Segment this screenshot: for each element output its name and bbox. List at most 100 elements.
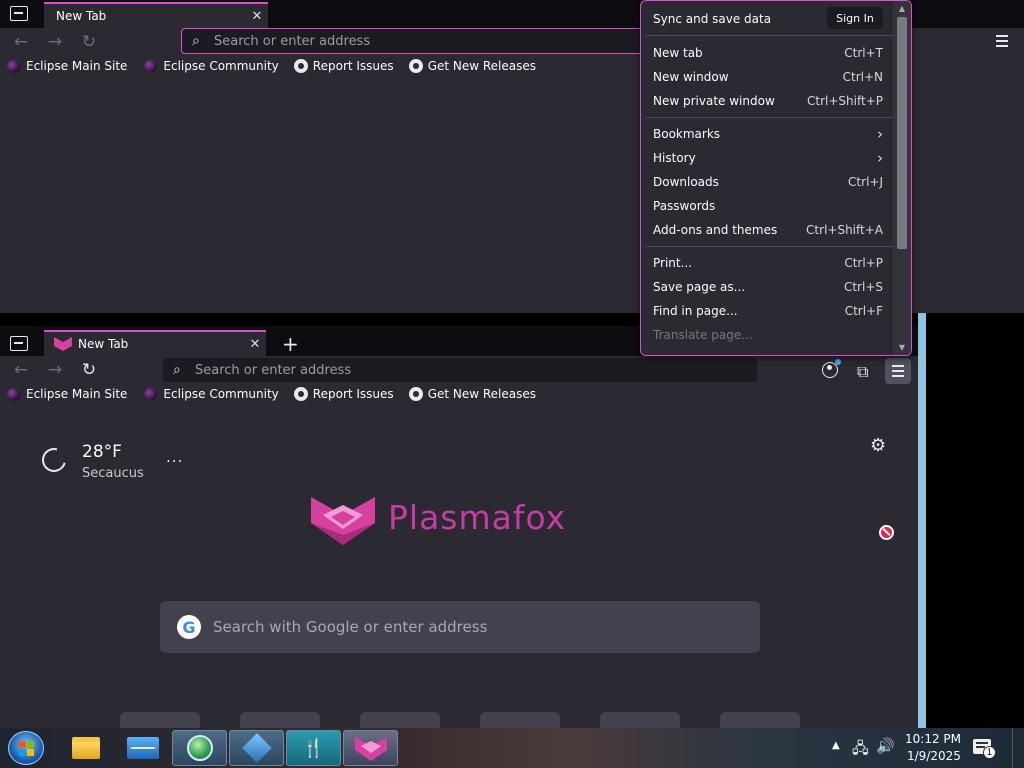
menu-icon[interactable] xyxy=(885,358,911,384)
volume-icon[interactable]: 🔊 xyxy=(876,737,895,755)
chevron-right-icon: › xyxy=(877,149,883,167)
search-placeholder: Search with Google or enter address xyxy=(213,618,488,636)
menu-item-save-page[interactable]: Save page as... Ctrl+S xyxy=(653,275,883,299)
forward-arrow-icon[interactable]: → xyxy=(38,28,72,56)
menu-item-label: Add-ons and themes xyxy=(653,223,778,237)
menu-shortcut: Ctrl+J xyxy=(848,175,883,189)
menu-shortcut: Ctrl+S xyxy=(843,280,883,294)
menu-item-print[interactable]: Print... Ctrl+P xyxy=(653,251,883,275)
forward-arrow-icon[interactable]: → xyxy=(38,356,72,384)
tab-new-tab[interactable]: New Tab ✕ xyxy=(44,330,266,356)
eclipse-icon xyxy=(144,387,158,401)
clock-time[interactable]: 10:12 PM xyxy=(905,732,961,746)
menu-item-bookmarks[interactable]: Bookmarks › xyxy=(653,122,883,146)
moon-icon xyxy=(37,443,71,477)
google-search-input[interactable]: G Search with Google or enter address xyxy=(160,601,760,653)
sign-in-button[interactable]: Sign In xyxy=(827,7,883,29)
notification-badge: 1 xyxy=(983,746,996,759)
tab-title: New Tab xyxy=(56,9,107,23)
menu-item-find[interactable]: Find in page... Ctrl+F xyxy=(653,299,883,323)
bookmark-label: Eclipse Community xyxy=(163,59,279,73)
back-arrow-icon[interactable]: ← xyxy=(4,356,38,384)
network-icon[interactable]: 🖧 xyxy=(852,738,869,763)
menu-item-label: Bookmarks xyxy=(653,127,721,141)
gear-icon[interactable]: ⚙ xyxy=(870,435,886,456)
github-icon xyxy=(408,387,423,401)
menu-item-new-tab[interactable]: New tab Ctrl+T xyxy=(653,41,883,65)
window-edge xyxy=(918,313,926,728)
file-explorer-icon[interactable] xyxy=(58,730,113,766)
tab-overview-icon[interactable] xyxy=(10,6,28,21)
menu-scrollbar[interactable]: ▲ ▼ xyxy=(893,1,911,355)
menu-item-translate: Translate page... xyxy=(653,323,883,347)
cube-app-icon[interactable] xyxy=(229,730,284,766)
reload-icon[interactable]: ↻ xyxy=(72,356,106,384)
menu-shortcut: Ctrl+T xyxy=(844,46,883,60)
menu-item-label: Translate page... xyxy=(653,328,753,342)
menu-item-private-window[interactable]: New private window Ctrl+Shift+P xyxy=(653,89,883,113)
action-center-icon[interactable]: 1 xyxy=(973,739,996,759)
new-tab-button[interactable]: + xyxy=(282,332,299,356)
plasmafox-tab-icon xyxy=(54,337,72,351)
menu-item-label: Passwords xyxy=(653,199,716,213)
start-button[interactable] xyxy=(8,731,44,765)
url-bar[interactable]: ⌕ Search or enter address xyxy=(162,357,758,383)
bookmark-eclipse-main[interactable]: Eclipse Main Site xyxy=(0,387,127,401)
menu-divider xyxy=(645,35,893,36)
bookmark-eclipse-community[interactable]: Eclipse Community xyxy=(137,59,279,73)
menu-item-label: Find in page... xyxy=(653,304,738,318)
bookmark-get-releases[interactable]: Get New Releases xyxy=(404,59,536,73)
eclipse-icon xyxy=(144,59,158,73)
browser-globe-icon[interactable] xyxy=(172,730,227,766)
url-placeholder: Search or enter address xyxy=(214,33,371,49)
tab-overview-icon[interactable] xyxy=(10,336,28,351)
restaurant-app-icon[interactable]: 🍴 xyxy=(286,730,341,766)
bookmark-report-issues[interactable]: Report Issues xyxy=(289,59,394,73)
close-icon[interactable]: ✕ xyxy=(244,337,266,352)
menu-shortcut: Ctrl+Shift+P xyxy=(807,94,883,108)
bookmark-label: Get New Releases xyxy=(427,387,537,401)
top-site-tile[interactable] xyxy=(480,712,560,728)
weather-location: Secaucus xyxy=(82,466,144,481)
top-site-tile[interactable] xyxy=(120,712,200,728)
top-site-tile[interactable] xyxy=(240,712,320,728)
reload-icon[interactable]: ↻ xyxy=(72,28,106,56)
back-arrow-icon[interactable]: ← xyxy=(4,28,38,56)
bookmark-eclipse-main[interactable]: Eclipse Main Site xyxy=(0,59,127,73)
menu-item-history[interactable]: History › xyxy=(653,146,883,170)
menu-icon[interactable] xyxy=(990,30,1014,52)
menu-shortcut: Ctrl+P xyxy=(844,256,883,270)
scrollbar-thumb[interactable] xyxy=(897,17,907,249)
menu-item-label: New window xyxy=(653,70,729,84)
menu-item-downloads[interactable]: Downloads Ctrl+J xyxy=(653,170,883,194)
plasmafox-taskbar-icon[interactable] xyxy=(343,730,398,766)
show-desktop-button[interactable] xyxy=(1012,728,1024,768)
account-icon[interactable] xyxy=(822,359,841,378)
clock-date[interactable]: 1/9/2025 xyxy=(907,749,961,763)
top-site-tile[interactable] xyxy=(360,712,440,728)
menu-item-new-window[interactable]: New window Ctrl+N xyxy=(653,65,883,89)
google-icon: G xyxy=(177,615,201,639)
menu-item-passwords[interactable]: Passwords xyxy=(653,194,883,218)
bookmark-label: Eclipse Main Site xyxy=(26,387,128,401)
extensions-icon[interactable]: ⧉ xyxy=(857,362,868,382)
bookmark-label: Get New Releases xyxy=(427,59,537,73)
weather-more-button[interactable]: ... xyxy=(166,448,183,466)
bookmarks-toolbar: Eclipse Main Site Eclipse Community Repo… xyxy=(0,383,546,405)
scroll-down-icon[interactable]: ▼ xyxy=(897,343,907,352)
scroll-up-icon[interactable]: ▲ xyxy=(897,4,907,13)
bookmark-report-issues[interactable]: Report Issues xyxy=(289,387,394,401)
top-site-tile[interactable] xyxy=(600,712,680,728)
chevron-right-icon: › xyxy=(877,125,883,143)
close-icon[interactable]: ✕ xyxy=(246,9,268,24)
top-site-tile[interactable] xyxy=(720,712,800,728)
menu-item-addons[interactable]: Add-ons and themes Ctrl+Shift+A xyxy=(653,218,883,242)
url-bar[interactable]: ⌕ Search or enter address xyxy=(181,28,651,54)
bookmark-eclipse-community[interactable]: Eclipse Community xyxy=(137,387,279,401)
weather-temp: 28°F xyxy=(82,442,122,462)
mail-icon[interactable] xyxy=(115,730,170,766)
show-hidden-icons[interactable]: ▲ xyxy=(832,740,840,751)
tab-new-tab[interactable]: New Tab ✕ xyxy=(44,2,268,28)
menu-divider xyxy=(645,117,893,118)
bookmark-get-releases[interactable]: Get New Releases xyxy=(404,387,536,401)
